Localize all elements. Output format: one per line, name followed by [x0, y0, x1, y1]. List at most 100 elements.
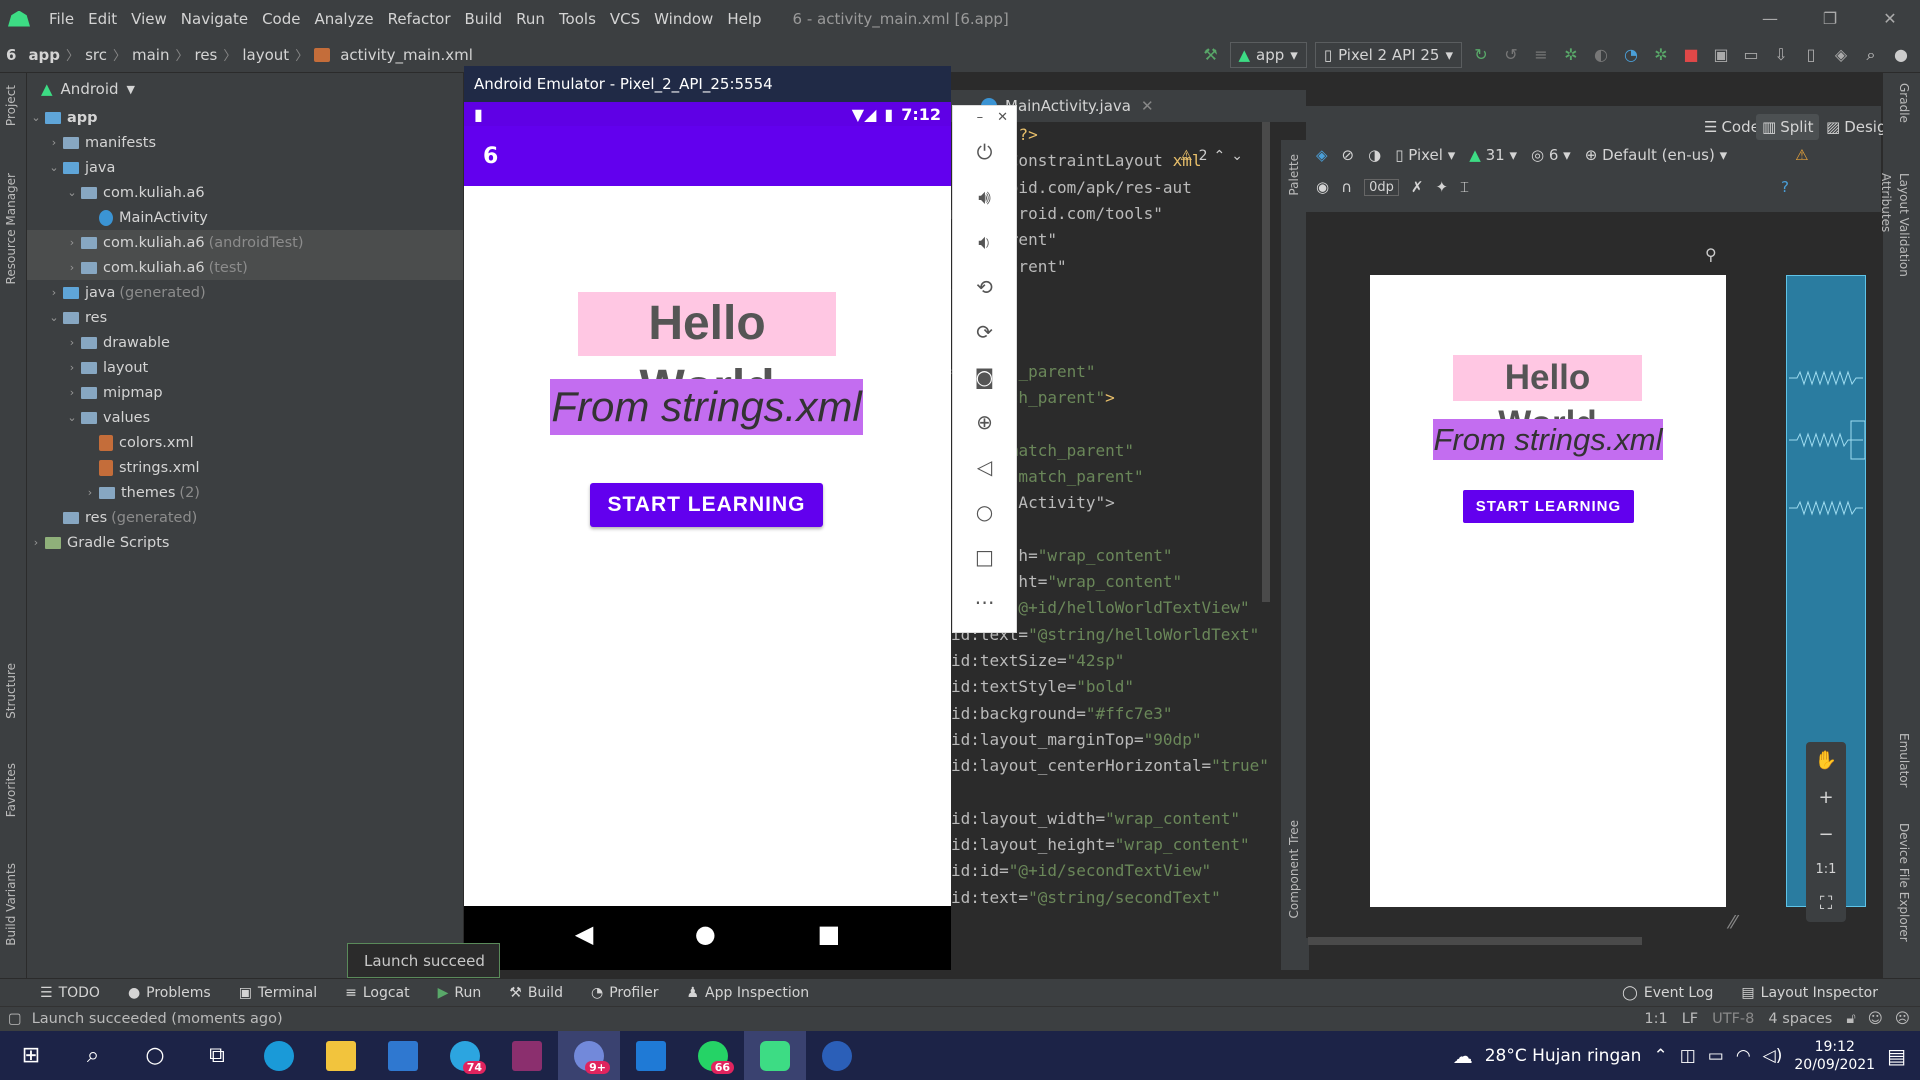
pan-icon[interactable]: ✋ — [1815, 750, 1837, 771]
help-icon[interactable]: ? — [1781, 178, 1789, 196]
chevron-up-icon[interactable]: ⌃ — [1213, 148, 1225, 164]
tool-device-file-explorer[interactable]: Device File Explorer — [1897, 823, 1911, 942]
camera-icon[interactable]: ◙ — [953, 354, 1016, 399]
default-margin-button[interactable]: 0dp — [1364, 178, 1399, 196]
menu-analyze[interactable]: Analyze — [307, 10, 380, 28]
avd-manager-icon[interactable]: ▭ — [1740, 44, 1762, 66]
menu-file[interactable]: File — [42, 10, 81, 28]
guidelines-icon[interactable]: ⌶ — [1460, 178, 1469, 196]
apply-code-icon[interactable]: ≡ — [1530, 44, 1552, 66]
tool-favorites[interactable]: Favorites — [4, 763, 18, 817]
start-button[interactable]: ⊞ — [0, 1031, 62, 1080]
tree-item[interactable]: › Gradle Scripts — [27, 530, 463, 555]
menu-build[interactable]: Build — [458, 10, 510, 28]
pin-icon[interactable]: ⚲ — [1705, 245, 1717, 264]
volume-down-icon[interactable]: 🔉︎ — [953, 219, 1016, 264]
code-line[interactable]: id:textStyle="bold" — [951, 677, 1134, 696]
battery-icon[interactable]: ▭ — [1708, 1046, 1724, 1066]
tool-resource-manager[interactable]: Resource Manager — [4, 173, 18, 284]
menu-tools[interactable]: Tools — [552, 10, 603, 28]
clear-constraints-icon[interactable]: ✗ — [1411, 178, 1424, 196]
taskbar-edge[interactable] — [248, 1031, 310, 1080]
device-select[interactable]: ▯ Pixel 2 API 25 ▾ — [1314, 41, 1462, 68]
tree-item[interactable]: ⌄ res — [27, 305, 463, 330]
tree-item[interactable]: › layout — [27, 355, 463, 380]
zoom-in-icon[interactable]: + — [1818, 787, 1833, 808]
run-config-select[interactable]: ▲ app ▾ — [1229, 41, 1307, 68]
tree-item[interactable]: › mipmap — [27, 380, 463, 405]
tab-logcat[interactable]: ≡ Logcat — [331, 985, 424, 1001]
tree-item[interactable]: strings.xml — [27, 455, 463, 480]
recents-icon[interactable]: ■ — [817, 920, 840, 948]
code-line[interactable]: id:id="@+id/secondTextView" — [951, 861, 1211, 880]
project-view-select[interactable]: ▲ Android ▼ — [27, 73, 463, 105]
tree-item[interactable]: › java (generated) — [27, 280, 463, 305]
line-separator[interactable]: LF — [1682, 1011, 1698, 1027]
tab-run[interactable]: ▶ Run — [424, 985, 496, 1001]
sdk-manager-icon[interactable]: ⇩ — [1770, 44, 1792, 66]
tab-layout-inspector[interactable]: ▤ Layout Inspector — [1727, 985, 1920, 1001]
menu-navigate[interactable]: Navigate — [174, 10, 255, 28]
emulator-title[interactable]: Android Emulator - Pixel_2_API_25:5554 — [464, 66, 951, 102]
tab-event-log[interactable]: ◯ Event Log — [1608, 985, 1727, 1001]
menu-window[interactable]: Window — [647, 10, 720, 28]
menu-code[interactable]: Code — [255, 10, 307, 28]
design-hscrollbar[interactable] — [1308, 937, 1642, 945]
back-icon[interactable]: ◁ — [953, 444, 1016, 489]
profile-icon[interactable]: ◔ — [1620, 44, 1642, 66]
overview-icon[interactable]: □ — [953, 534, 1016, 579]
tab-problems[interactable]: ● Problems — [114, 985, 225, 1001]
tab-build[interactable]: ⚒ Build — [495, 985, 577, 1001]
tab-app-inspection[interactable]: ♟ App Inspection — [672, 985, 823, 1001]
taskbar-word[interactable] — [806, 1031, 868, 1080]
tree-item[interactable]: res (generated) — [27, 505, 463, 530]
chevron-down-icon[interactable]: ⌄ — [1231, 148, 1243, 164]
network-icon[interactable]: ◫ — [1680, 1046, 1696, 1066]
close-icon[interactable]: ✕ — [997, 110, 1008, 125]
search-button[interactable]: ⌕ — [62, 1031, 124, 1080]
caret-position[interactable]: 1:1 — [1644, 1011, 1667, 1027]
tab-terminal[interactable]: ▣ Terminal — [225, 985, 331, 1001]
zoom-actual-button[interactable]: 1:1 — [1816, 862, 1837, 877]
zoom-icon[interactable]: ⊕ — [953, 399, 1016, 444]
home-icon[interactable]: ○ — [953, 489, 1016, 534]
layers-icon[interactable]: ◈ — [1316, 146, 1328, 164]
taskbar-whatsapp[interactable]: 66 — [682, 1031, 744, 1080]
task-view-button[interactable]: ⧉ — [186, 1031, 248, 1080]
tool-layout-validation[interactable]: Layout Validation — [1897, 173, 1911, 277]
weather-icon[interactable]: ☁ — [1453, 1044, 1473, 1068]
warning-icon[interactable]: ⚠ — [1795, 146, 1808, 164]
debug-icon[interactable]: ✲ — [1560, 44, 1582, 66]
status-toggle-icon[interactable]: ▢ — [8, 1011, 22, 1027]
taskbar-android-studio[interactable] — [744, 1031, 806, 1080]
tool-build-variants[interactable]: Build Variants — [4, 863, 18, 946]
stop-icon[interactable]: ■ — [1680, 44, 1702, 66]
tree-item[interactable]: › manifests — [27, 130, 463, 155]
lock-icon[interactable]: 🔓︎ — [1846, 1011, 1855, 1027]
taskbar-vscode[interactable] — [620, 1031, 682, 1080]
tab-todo[interactable]: ☰ TODO — [0, 985, 114, 1001]
sync-icon[interactable]: ▣ — [1710, 44, 1732, 66]
mode-split-button[interactable]: ▥ Split — [1756, 114, 1820, 140]
tree-item[interactable]: MainActivity — [27, 205, 463, 230]
apply-changes-icon[interactable]: ↺ — [1500, 44, 1522, 66]
indent-setting[interactable]: 4 spaces — [1768, 1011, 1832, 1027]
taskbar-explorer[interactable] — [310, 1031, 372, 1080]
volume-icon[interactable]: ◁) — [1763, 1046, 1783, 1066]
preview-hello-text[interactable]: Hello World — [1453, 355, 1642, 443]
close-icon[interactable]: ✕ — [1860, 9, 1920, 28]
tool-project[interactable]: Project — [4, 85, 18, 126]
code-line[interactable]: id:layout_centerHorizontal="true" — [951, 756, 1269, 775]
tool-gradle[interactable]: Gradle — [1897, 83, 1911, 123]
tool-structure[interactable]: Structure — [4, 663, 18, 719]
search-icon[interactable]: ⌕ — [1860, 44, 1882, 66]
close-tab-icon[interactable]: ✕ — [1141, 97, 1154, 115]
code-line[interactable]: id:textSize="42sp" — [951, 651, 1124, 670]
tool-attributes[interactable]: Attributes — [1879, 173, 1893, 232]
wifi-icon[interactable]: ◠ — [1736, 1046, 1751, 1066]
taskbar-telegram[interactable]: 74 — [434, 1031, 496, 1080]
rerun-icon[interactable]: ↻ — [1470, 44, 1492, 66]
face-icon[interactable]: ☺ — [1868, 1011, 1883, 1027]
breadcrumb-main[interactable]: main — [126, 46, 175, 64]
magnet-icon[interactable]: ∩ — [1341, 178, 1352, 196]
